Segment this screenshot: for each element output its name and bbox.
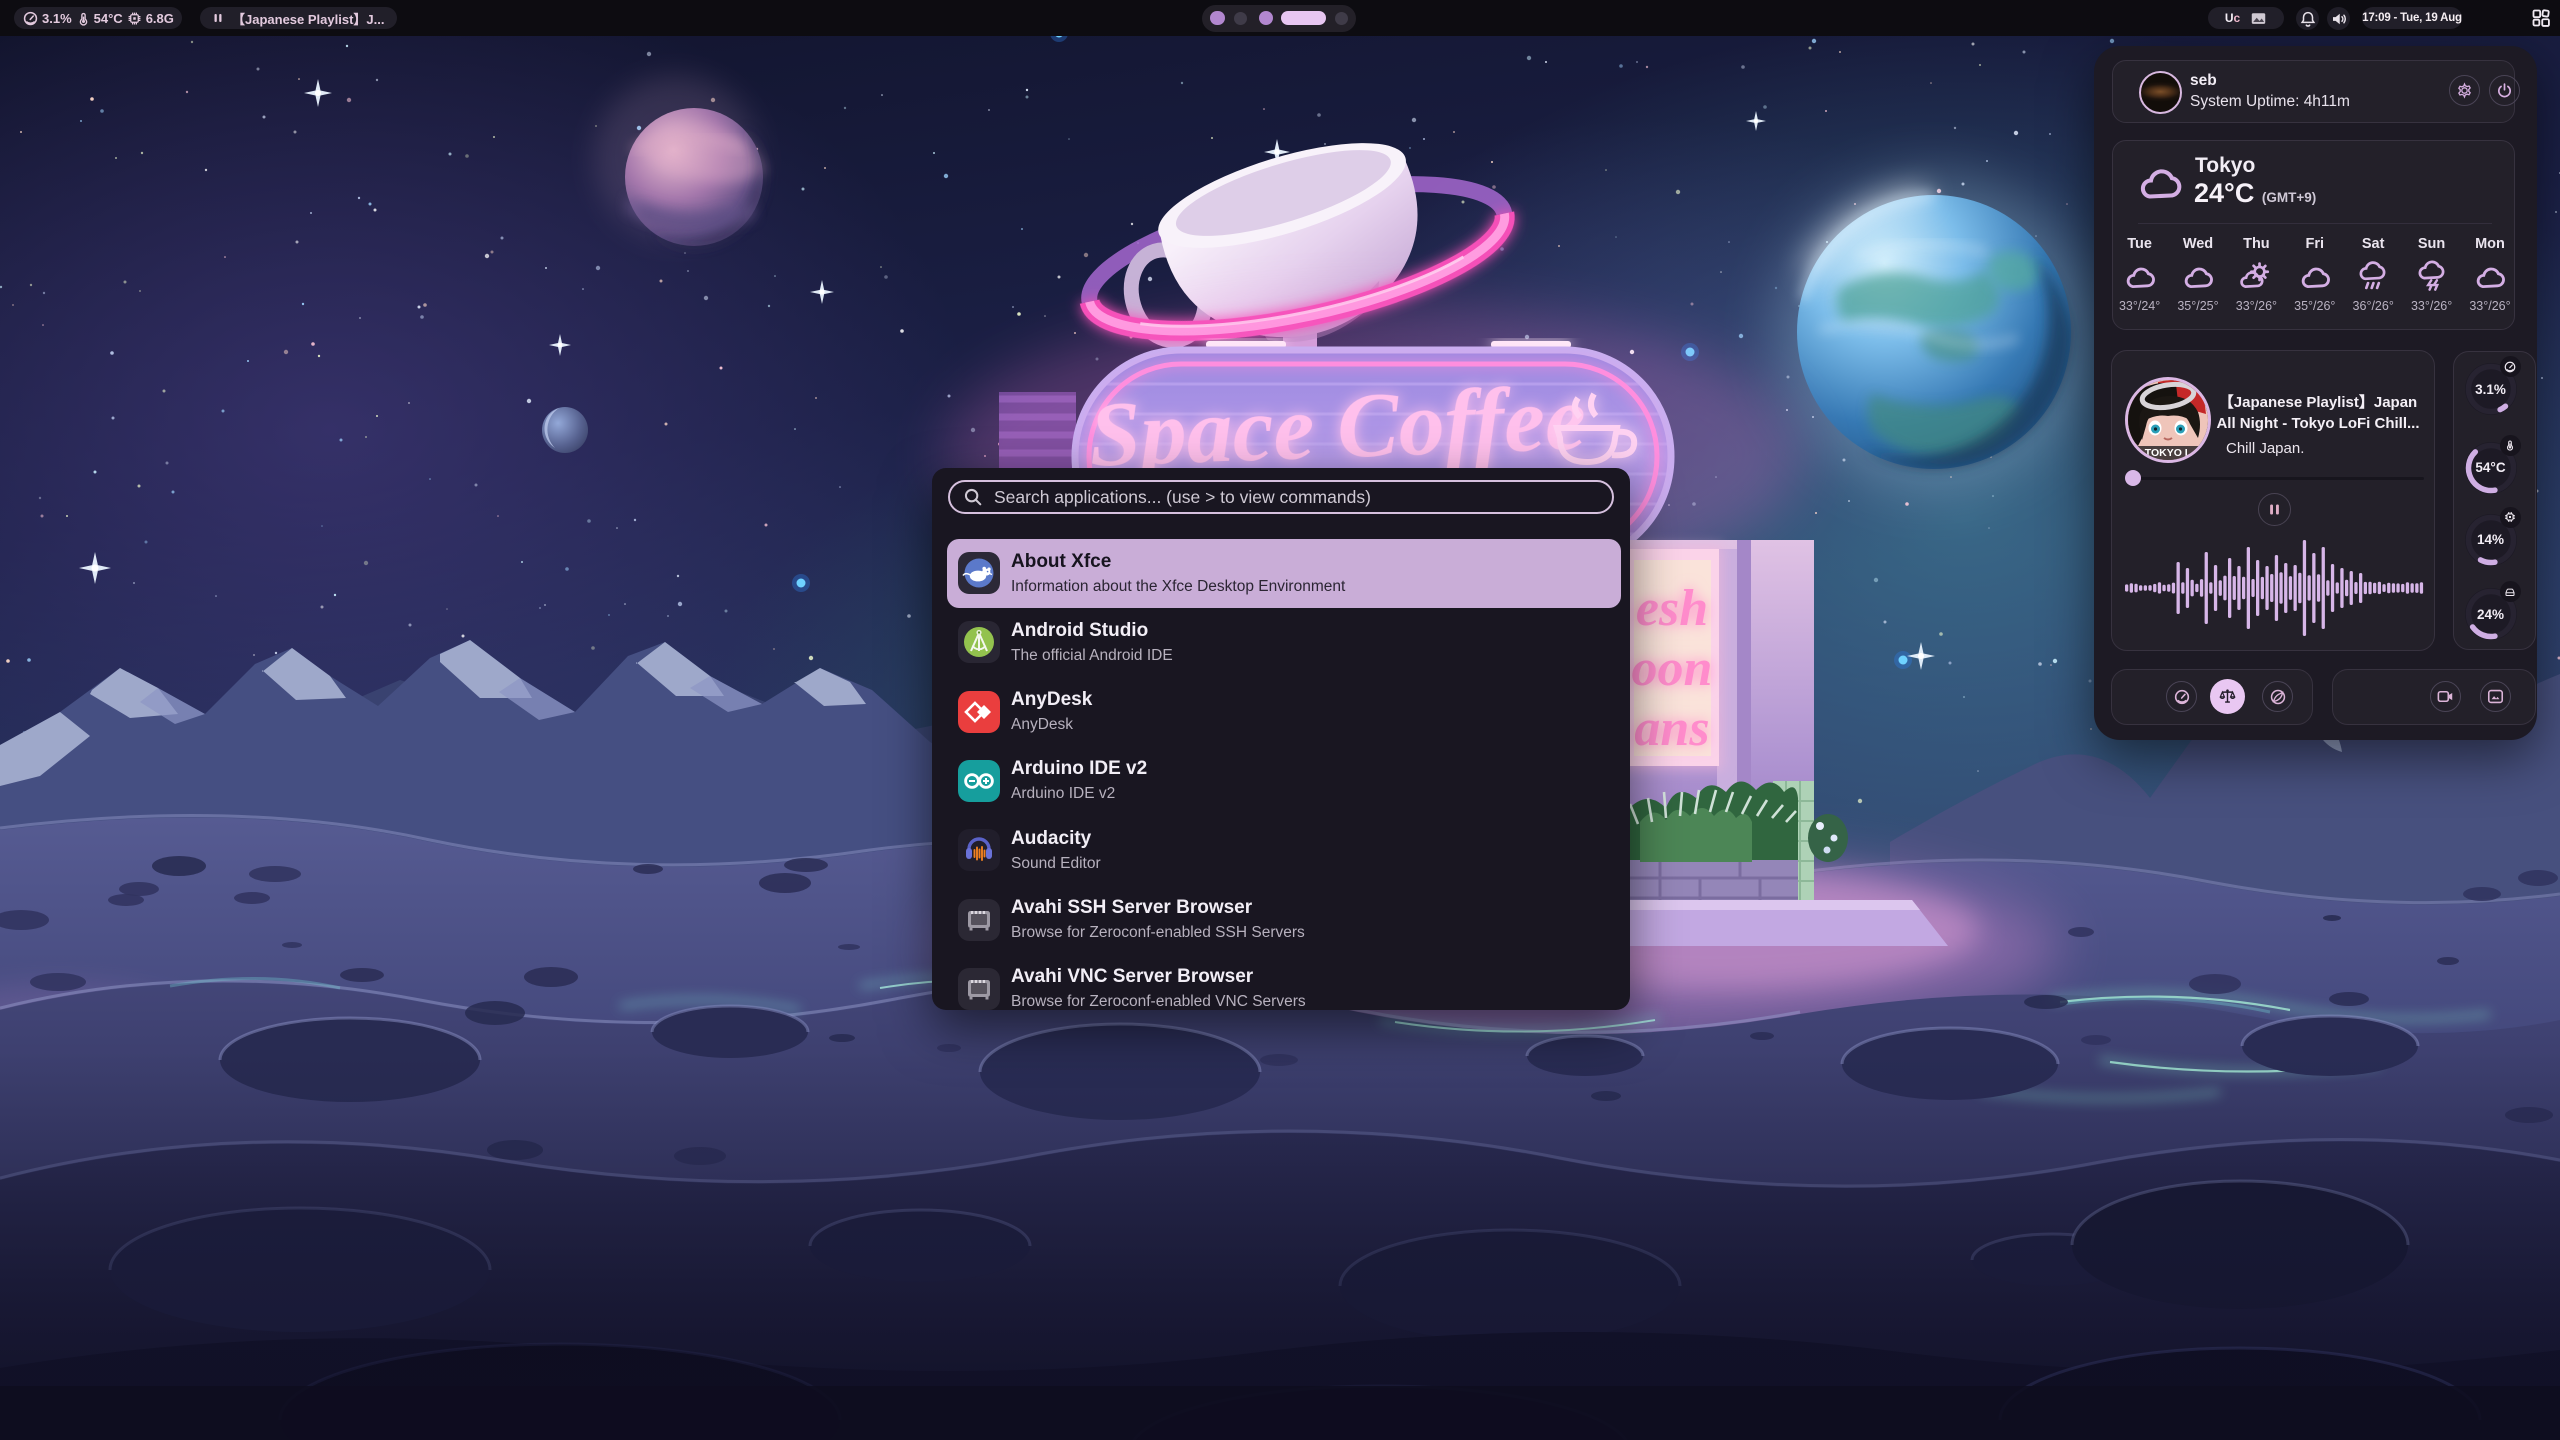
svg-text:oon: oon (1632, 640, 1713, 697)
svg-text:ans: ans (1634, 700, 1709, 757)
svg-text:esh: esh (1636, 580, 1708, 637)
svg-text:TOKYO L: TOKYO L (2145, 447, 2192, 459)
